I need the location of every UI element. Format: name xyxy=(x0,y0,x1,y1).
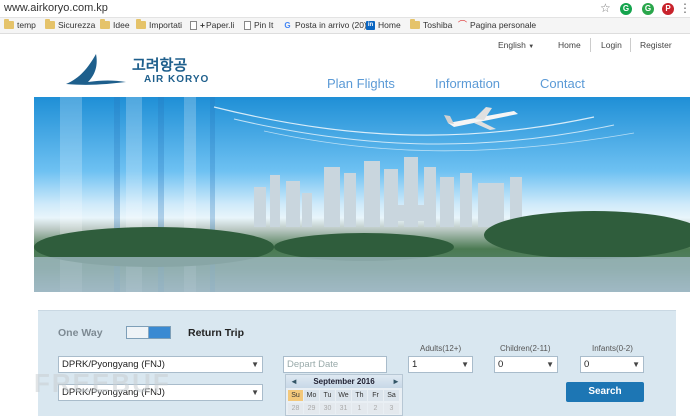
calendar-day[interactable]: 31 xyxy=(336,403,351,414)
adults-label: Adults(12+) xyxy=(420,344,462,353)
folder-icon xyxy=(136,19,146,29)
chevron-down-icon: ▼ xyxy=(546,360,554,369)
chevron-down-icon: ▼ xyxy=(251,388,259,397)
url-text[interactable]: www.airkoryo.com.kp xyxy=(4,2,108,14)
calendar-month: September 2016 xyxy=(286,375,402,388)
divider xyxy=(590,38,591,52)
day-of-week: Mo xyxy=(304,390,319,401)
chevron-down-icon: ▼ xyxy=(632,360,640,369)
next-month-icon[interactable]: ► xyxy=(392,375,400,388)
datepicker: September 2016 ◄ ► Su Mo Tu We Th Fr Sa … xyxy=(285,374,403,416)
logo-korean-text: 고려항공 xyxy=(132,57,188,74)
login-link[interactable]: Login xyxy=(601,40,622,50)
calendar-day[interactable]: 2 xyxy=(368,403,383,414)
depart-date-input[interactable]: Depart Date xyxy=(283,356,387,373)
google-icon: G xyxy=(284,20,291,30)
calendar-day[interactable]: 29 xyxy=(304,403,319,414)
one-way-label[interactable]: One Way xyxy=(58,327,103,339)
infants-label: Infants(0-2) xyxy=(592,344,633,353)
arc-icon: ⌒ xyxy=(458,19,468,30)
day-of-week: Th xyxy=(352,390,367,401)
bookmark-item[interactable]: + Paper.li xyxy=(190,20,234,30)
trip-type-toggle[interactable] xyxy=(126,326,171,339)
day-of-week: We xyxy=(336,390,351,401)
air-koryo-logo[interactable]: 고려항공 AIR KORYO xyxy=(62,50,232,90)
nav-information[interactable]: Information xyxy=(435,76,500,91)
calendar-day[interactable]: 3 xyxy=(384,403,399,414)
nav-plan-flights[interactable]: Plan Flights xyxy=(327,76,395,91)
language-selector[interactable]: English ▼ xyxy=(498,40,534,50)
logo-text: AIR KORYO xyxy=(144,74,210,85)
children-select[interactable]: 0 ▼ xyxy=(494,356,558,373)
prev-month-icon[interactable]: ◄ xyxy=(290,375,298,388)
day-of-week: Fr xyxy=(368,390,383,401)
chevron-down-icon: ▼ xyxy=(461,360,469,369)
children-label: Children(2-11) xyxy=(500,344,551,353)
page-icon xyxy=(190,20,197,30)
day-of-week: Sa xyxy=(384,390,399,401)
banner-illustration xyxy=(34,106,690,292)
folder-icon xyxy=(100,19,110,29)
pinterest-icon[interactable]: P xyxy=(662,3,674,15)
calendar-day[interactable]: 30 xyxy=(320,403,335,414)
day-of-week: Tu xyxy=(320,390,335,401)
nav-contact[interactable]: Contact xyxy=(540,76,585,91)
linkedin-icon: in xyxy=(366,20,375,30)
watermark: FREEBUF xyxy=(34,368,171,398)
toggle-knob[interactable] xyxy=(127,327,149,338)
airplane-icon xyxy=(444,107,518,130)
calendar-day[interactable]: 28 xyxy=(288,403,303,414)
bookmark-item[interactable]: Toshiba xyxy=(410,19,452,30)
home-link[interactable]: Home xyxy=(558,40,581,50)
folder-icon xyxy=(45,19,55,29)
bookmark-item[interactable]: Sicurezza xyxy=(45,19,95,30)
divider xyxy=(630,38,631,52)
chevron-down-icon: ▼ xyxy=(251,360,259,369)
register-link[interactable]: Register xyxy=(640,40,672,50)
menu-dots-icon[interactable]: ⋮ xyxy=(679,1,690,15)
grammarly-icon[interactable]: G xyxy=(620,3,632,15)
hero-banner xyxy=(34,97,690,292)
folder-icon xyxy=(410,19,420,29)
bookmark-item[interactable]: temp xyxy=(4,19,36,30)
search-button[interactable]: Search xyxy=(566,382,644,402)
bookmark-item[interactable]: G Posta in arrivo (20) xyxy=(283,20,366,30)
folder-icon xyxy=(4,19,14,29)
chevron-down-icon: ▼ xyxy=(528,44,535,50)
bookmarks-bar: temp Sicurezza Idee Importati + Paper.li … xyxy=(0,18,690,34)
bookmark-item[interactable]: Importati xyxy=(136,19,182,30)
bookmark-item[interactable]: ⌒ Pagina personale xyxy=(458,20,536,30)
day-of-week: Su xyxy=(288,390,303,401)
calendar-day[interactable]: 1 xyxy=(352,403,367,414)
bookmark-item[interactable]: Pin It xyxy=(244,20,273,30)
google-extension-icon[interactable]: G xyxy=(642,3,654,15)
bookmark-item[interactable]: Idee xyxy=(100,19,130,30)
adults-select[interactable]: 1 ▼ xyxy=(408,356,473,373)
bookmark-star-icon[interactable]: ☆ xyxy=(600,1,611,15)
browser-address-bar: www.airkoryo.com.kp ☆ G G P ⋮ xyxy=(0,0,690,18)
bookmark-item[interactable]: in Home xyxy=(366,20,401,30)
infants-select[interactable]: 0 ▼ xyxy=(580,356,644,373)
return-trip-label[interactable]: Return Trip xyxy=(188,327,244,339)
page-icon xyxy=(244,20,251,30)
